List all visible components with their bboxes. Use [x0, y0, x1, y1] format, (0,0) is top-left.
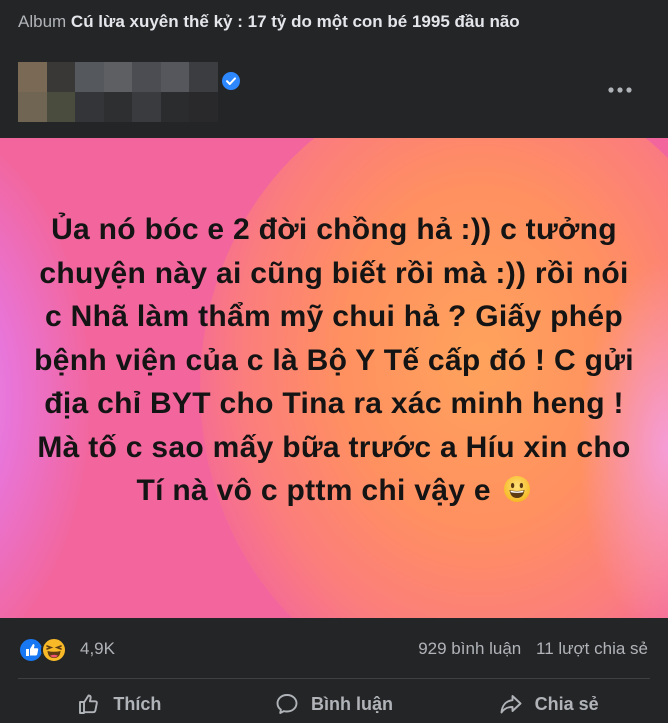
- verified-badge-icon: [222, 72, 240, 90]
- comments-count-link[interactable]: 929 bình luận: [418, 639, 521, 658]
- reaction-count[interactable]: 4,9K: [80, 639, 115, 659]
- share-arrow-icon: [500, 695, 522, 714]
- album-title[interactable]: Cú lừa xuyên thế kỷ : 17 tỷ do một con b…: [71, 12, 520, 31]
- post-text: Ủa nó bóc e 2 đời chồng hả :)) c tưởng c…: [30, 208, 638, 513]
- share-button-label: Chia sẻ: [534, 693, 599, 714]
- reaction-icons[interactable]: [18, 637, 70, 663]
- post-author-row: [18, 60, 650, 126]
- post-text-body: Ủa nó bóc e 2 đời chồng hả :)) c tưởng c…: [34, 213, 634, 507]
- comment-button-label: Bình luận: [311, 693, 393, 714]
- engagement-stats: 929 bình luận 11 lượt chia sẻ: [408, 639, 648, 659]
- more-options-icon[interactable]: [604, 76, 636, 104]
- album-breadcrumb: Album Cú lừa xuyên thế kỷ : 17 tỷ do một…: [18, 12, 520, 32]
- post-background[interactable]: Ủa nó bóc e 2 đời chồng hả :)) c tưởng c…: [0, 138, 668, 618]
- reactions-row: 4,9K 929 bình luận 11 lượt chia sẻ: [18, 634, 650, 664]
- like-reaction-icon: [18, 637, 44, 663]
- post-card: Album Cú lừa xuyên thế kỷ : 17 tỷ do một…: [0, 0, 668, 723]
- shares-count-link[interactable]: 11 lượt chia sẻ: [536, 639, 648, 658]
- pixelated-author-identity: [18, 62, 218, 122]
- haha-reaction-icon: [41, 637, 67, 663]
- comment-bubble-icon: [276, 694, 298, 714]
- thumbs-up-icon: [79, 694, 99, 714]
- grinning-face-emoji-icon: [504, 476, 531, 502]
- album-label: Album: [18, 12, 67, 31]
- comment-button[interactable]: Bình luận: [227, 686, 442, 722]
- like-button[interactable]: Thích: [12, 686, 227, 722]
- like-button-label: Thích: [113, 693, 162, 714]
- post-actions: Thích Bình luận Chia sẻ: [12, 686, 656, 722]
- divider: [18, 678, 650, 679]
- share-button[interactable]: Chia sẻ: [441, 686, 656, 722]
